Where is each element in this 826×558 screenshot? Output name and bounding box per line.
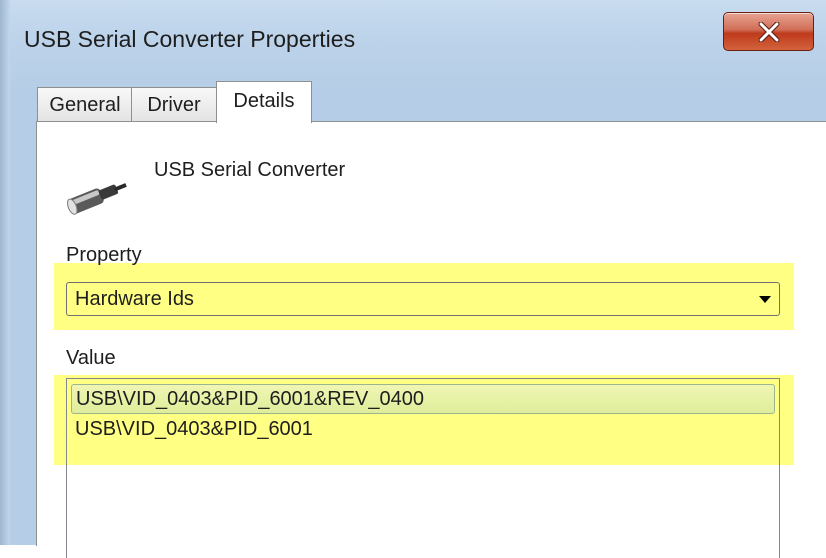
tab-general[interactable]: General [37, 87, 133, 122]
device-name: USB Serial Converter [154, 159, 346, 181]
tab-general-label: General [49, 93, 121, 116]
usb-plug-icon [66, 183, 127, 215]
value-list[interactable]: USB\VID_0403&PID_6001&REV_0400 USB\VID_0… [66, 378, 780, 558]
value-label: Value [66, 347, 116, 369]
chevron-down-icon[interactable] [759, 296, 771, 303]
tab-driver-label: Driver [147, 93, 201, 116]
list-item[interactable]: USB\VID_0403&PID_6001&REV_0400 [71, 384, 775, 414]
list-item[interactable]: USB\VID_0403&PID_6001 [71, 415, 775, 445]
property-dropdown-value: Hardware Ids [75, 288, 194, 310]
window-title: USB Serial Converter Properties [24, 26, 356, 52]
close-icon [758, 21, 779, 42]
property-dropdown[interactable]: Hardware Ids [66, 282, 780, 316]
properties-window: USB Serial Converter Properties General … [0, 0, 826, 558]
window-left-border [0, 0, 10, 545]
tab-details[interactable]: Details [216, 81, 312, 123]
property-label: Property [66, 244, 142, 266]
tab-details-label: Details [233, 90, 295, 112]
tab-driver[interactable]: Driver [131, 87, 217, 122]
close-button[interactable] [723, 12, 814, 51]
